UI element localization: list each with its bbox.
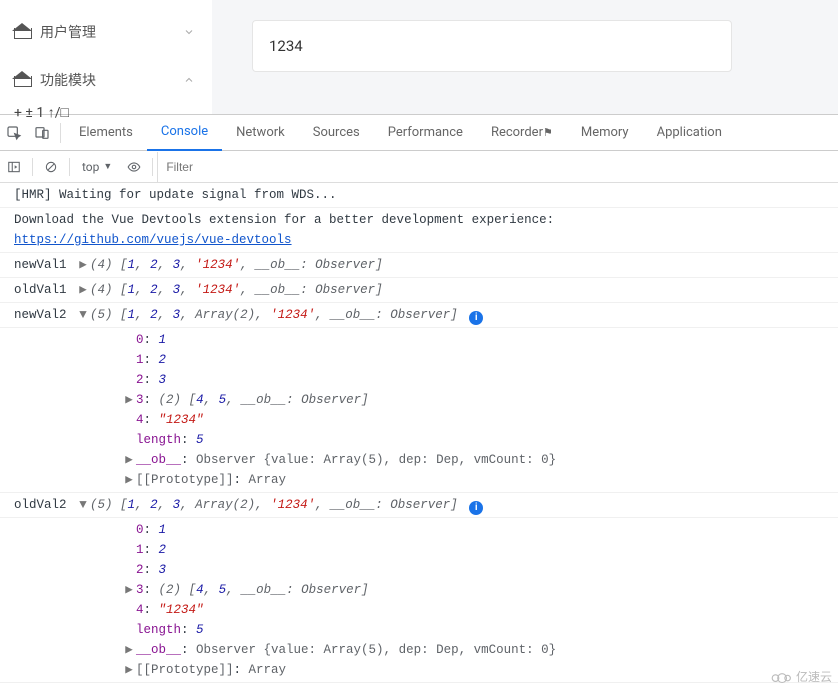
vue-devtools-link[interactable]: https://github.com/vuejs/vue-devtools [14,233,292,247]
log-row: newVal1▶(4) [1, 2, 3, '1234', __ob__: Ob… [0,253,838,278]
separator [60,123,61,143]
sidebar-item-feature-module[interactable]: 功能模块 [0,56,212,104]
expand-toggle[interactable]: ▶ [124,660,134,680]
inspect-icon[interactable] [0,115,28,151]
expand-toggle[interactable]: ▶ [78,280,88,300]
app-top: 用户管理 功能模块 + ± 1 ↑/□ 1234 [0,0,838,115]
tab-elements[interactable]: Elements [65,115,147,151]
context-label: top [82,160,99,174]
tab-sources[interactable]: Sources [299,115,374,151]
info-icon[interactable]: i [469,501,483,515]
expand-toggle[interactable]: ▶ [124,390,134,410]
chevron-up-icon [180,71,198,89]
log-row: oldVal1▶(4) [1, 2, 3, '1234', __ob__: Ob… [0,278,838,303]
input-card[interactable]: 1234 [252,20,732,72]
devtools-tabbar: ElementsConsoleNetworkSourcesPerformance… [0,115,838,151]
log-message: [HMR] Waiting for update signal from WDS… [14,185,830,205]
separator [152,158,153,176]
expand-toggle[interactable]: ▶ [124,470,134,490]
log-row: Download the Vue Devtools extension for … [0,208,838,253]
tab-application[interactable]: Application [643,115,736,151]
tab-console[interactable]: Console [147,115,222,151]
house-icon [14,25,30,39]
log-label: newVal2 [14,305,78,325]
console-sidebar-toggle[interactable] [0,151,28,183]
log-label: oldVal2 [14,495,78,515]
expand-toggle[interactable]: ▼ [78,495,88,515]
log-message: ▶(4) [1, 2, 3, '1234', __ob__: Observer] [78,280,830,300]
log-message: ▼(5) [1, 2, 3, Array(2), '1234', __ob__:… [78,495,830,515]
house-icon [14,73,30,87]
log-row: oldVal2▼(5) [1, 2, 3, Array(2), '1234', … [0,493,838,518]
log-message: ▼(5) [1, 2, 3, Array(2), '1234', __ob__:… [78,305,830,325]
info-icon[interactable]: i [469,311,483,325]
tab-network[interactable]: Network [222,115,299,151]
log-label: oldVal1 [14,280,78,300]
tab-recorder[interactable]: Recorder ⚑ [477,115,567,151]
filter-input[interactable] [157,152,838,182]
expand-toggle[interactable]: ▶ [124,640,134,660]
log-expanded: 0: 11: 22: 3▶3: (2) [4, 5, __ob__: Obser… [0,518,838,683]
expand-toggle[interactable]: ▶ [124,580,134,600]
watermark: 亿速云 [770,668,832,685]
clear-console-icon[interactable] [37,151,65,183]
expand-toggle[interactable]: ▼ [78,305,88,325]
input-value: 1234 [269,37,303,55]
separator [32,158,33,176]
sidebar-item-label: 用户管理 [40,22,180,42]
tab-performance[interactable]: Performance [374,115,477,151]
context-picker[interactable]: top ▼ [74,151,120,183]
log-expanded: 0: 11: 22: 3▶3: (2) [4, 5, __ob__: Obser… [0,328,838,493]
console-body[interactable]: [HMR] Waiting for update signal from WDS… [0,183,838,691]
device-icon[interactable] [28,115,56,151]
log-message: ▶(4) [1, 2, 3, '1234', __ob__: Observer] [78,255,830,275]
log-message: Download the Vue Devtools extension for … [14,210,830,230]
tab-memory[interactable]: Memory [567,115,643,151]
expand-toggle[interactable]: ▶ [124,450,134,470]
sidebar-item-user-mgmt[interactable]: 用户管理 [0,8,212,56]
devtools: ElementsConsoleNetworkSourcesPerformance… [0,115,838,691]
log-row: newVal2▼(5) [1, 2, 3, Array(2), '1234', … [0,303,838,328]
log-row: [HMR] Waiting for update signal from WDS… [0,183,838,208]
separator [69,158,70,176]
chevron-down-icon [180,23,198,41]
main-area: 1234 [212,0,838,114]
sidebar-item-label: 功能模块 [40,70,180,90]
live-expression-icon[interactable] [120,151,148,183]
expand-toggle[interactable]: ▶ [78,255,88,275]
sidebar: 用户管理 功能模块 + ± 1 ↑/□ [0,0,212,114]
log-label: newVal1 [14,255,78,275]
console-toolbar: top ▼ [0,151,838,183]
